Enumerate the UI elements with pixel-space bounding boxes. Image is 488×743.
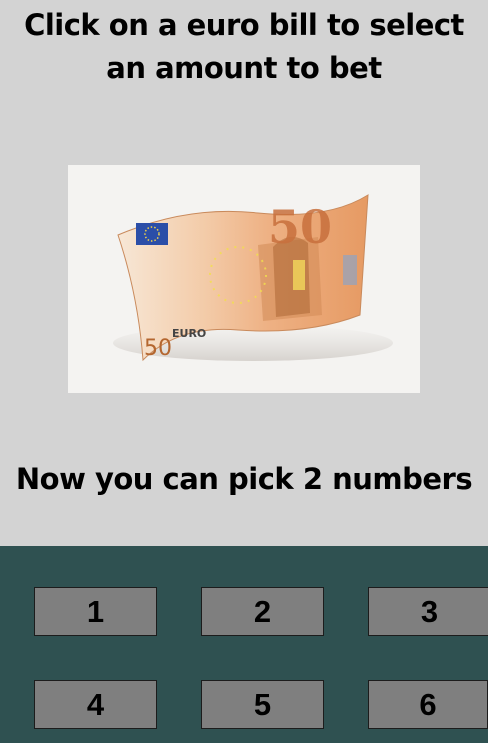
number-button-1[interactable]: 1 [34,587,157,636]
number-button-6[interactable]: 6 [368,680,488,729]
euro-bill-50[interactable]: 50 50 EURO [68,165,420,393]
euro-bill-illustration: 50 50 EURO [113,194,393,362]
number-button-2[interactable]: 2 [201,587,324,636]
pick-numbers-text: Now you can pick 2 numbers [15,462,473,496]
number-button-3[interactable]: 3 [368,587,488,636]
bill-denomination-small: 50 [144,336,172,361]
number-board: 1 2 3 4 5 6 [0,546,488,743]
number-button-4[interactable]: 4 [34,680,157,729]
instruction-text: Click on a euro bill to select an amount… [24,8,464,85]
game-screen: Click on a euro bill to select an amount… [0,0,488,743]
bill-currency-label: EURO [172,327,206,340]
bill-denomination-large: 50 [268,200,332,254]
number-button-5[interactable]: 5 [201,680,324,729]
